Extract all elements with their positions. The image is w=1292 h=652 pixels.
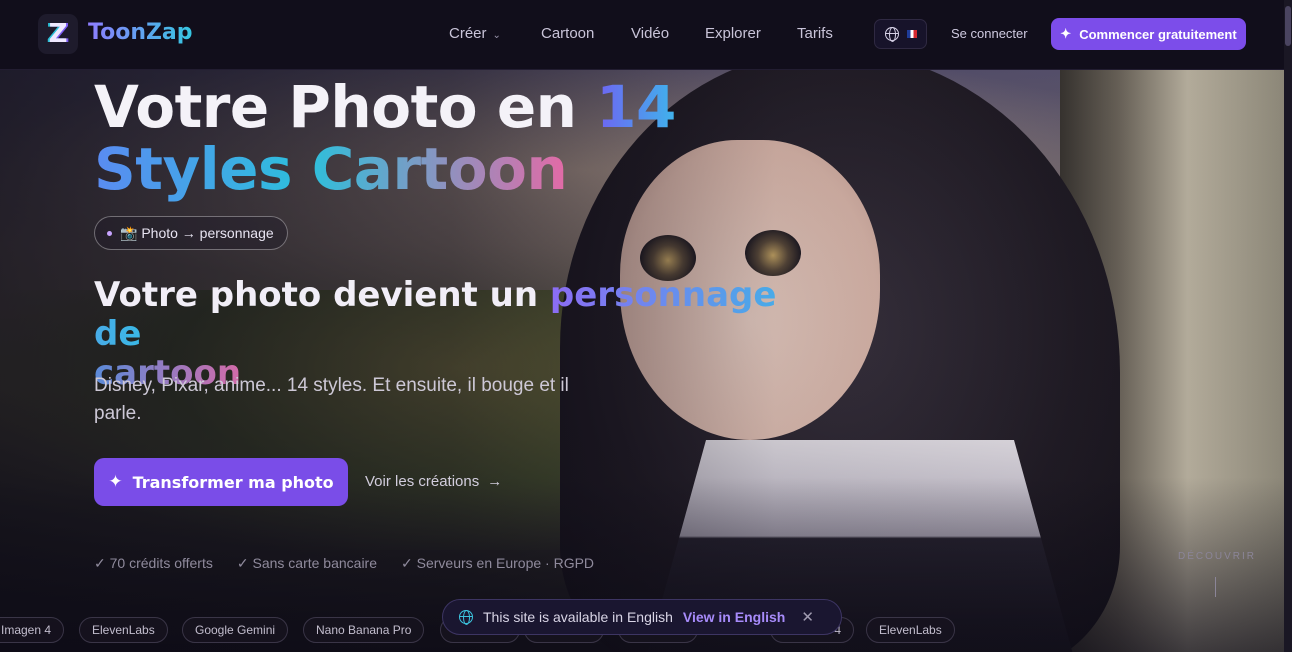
nav-link-tarifs[interactable]: Tarifs bbox=[797, 25, 833, 42]
provider-tag: Nano Banana Pro bbox=[303, 617, 425, 643]
sparkles-icon: ✦ bbox=[1060, 26, 1072, 41]
perk-item: ✓ Serveurs en Europe · RGPD bbox=[401, 555, 595, 571]
brand-name[interactable]: ToonZap bbox=[88, 20, 193, 45]
perk-item: ✓ Sans carte bancaire bbox=[236, 555, 377, 571]
language-selector-button[interactable] bbox=[874, 19, 927, 49]
globe-icon bbox=[884, 27, 899, 42]
photo-to-character-chip: 📸 Photo → personnage bbox=[94, 216, 288, 250]
close-icon[interactable]: ✕ bbox=[801, 608, 814, 626]
start-free-button-label: Commencer gratuitement bbox=[1079, 26, 1237, 42]
chevron-down-icon: ⌄ bbox=[492, 30, 501, 41]
discover-label[interactable]: DÉCOUVRIR bbox=[1178, 551, 1256, 562]
view-creations-label: Voir les créations bbox=[365, 473, 480, 490]
provider-tag: Google Gemini bbox=[182, 617, 289, 643]
view-in-english-link[interactable]: View in English bbox=[683, 609, 785, 625]
hero-description: Disney, Pixar, anime... 14 styles. Et en… bbox=[94, 375, 569, 424]
chip-dot bbox=[107, 230, 112, 236]
top-navigation-bar: Z ToonZap Créer ⌄ Cartoon Vidéo Explorer … bbox=[0, 0, 1292, 70]
hero-title-number: 14 bbox=[596, 73, 676, 141]
scrollbar-thumb[interactable] bbox=[1285, 6, 1291, 46]
hero-title: Votre Photo en 14 Styles Cartoon bbox=[94, 76, 694, 200]
chip-label: 📸 Photo → personnage bbox=[120, 224, 274, 241]
provider-tag: Imagen 4 bbox=[0, 617, 65, 643]
provider-tag: ElevenLabs bbox=[79, 617, 168, 643]
perk-item: ✓ 70 crédits offerts bbox=[94, 555, 213, 571]
logo-icon[interactable]: Z bbox=[38, 14, 78, 54]
toast-message: This site is available in English bbox=[483, 609, 673, 625]
logo-letter: Z bbox=[48, 19, 68, 49]
page-scrollbar[interactable] bbox=[1284, 0, 1292, 652]
transform-photo-button-label: Transformer ma photo bbox=[132, 472, 334, 492]
nav-link-video[interactable]: Vidéo bbox=[631, 25, 669, 42]
nav-link-cartoon[interactable]: Cartoon bbox=[541, 25, 594, 42]
transform-photo-button[interactable]: ✦ Transformer ma photo bbox=[94, 458, 348, 506]
scroll-indicator-line bbox=[1215, 577, 1216, 597]
start-free-button[interactable]: ✦ Commencer gratuitement bbox=[1051, 18, 1246, 50]
perks-list: ✓ 70 crédits offerts ✓ Sans carte bancai… bbox=[94, 555, 594, 572]
view-creations-link[interactable]: Voir les créations → bbox=[365, 473, 502, 490]
hero-title-part1: Votre Photo en bbox=[94, 73, 597, 141]
signin-link[interactable]: Se connecter bbox=[951, 26, 1028, 41]
fr-flag-icon bbox=[906, 30, 917, 38]
sparkles-icon: ✦ bbox=[108, 472, 123, 492]
provider-tag: ElevenLabs bbox=[866, 617, 955, 643]
hero-title-line2: Styles Cartoon bbox=[94, 135, 568, 203]
page: Z ToonZap Créer ⌄ Cartoon Vidéo Explorer … bbox=[0, 0, 1292, 652]
arrow-right-icon: → bbox=[487, 473, 503, 490]
globe-icon bbox=[459, 610, 473, 625]
nav-link-explorer[interactable]: Explorer bbox=[705, 25, 761, 42]
language-suggestion-toast: This site is available in English View i… bbox=[442, 599, 842, 635]
nav-link-creer-label: Créer bbox=[449, 25, 487, 42]
hero-subtitle-plain: Votre photo devient un bbox=[94, 275, 550, 315]
nav-link-creer[interactable]: Créer ⌄ bbox=[449, 25, 501, 42]
